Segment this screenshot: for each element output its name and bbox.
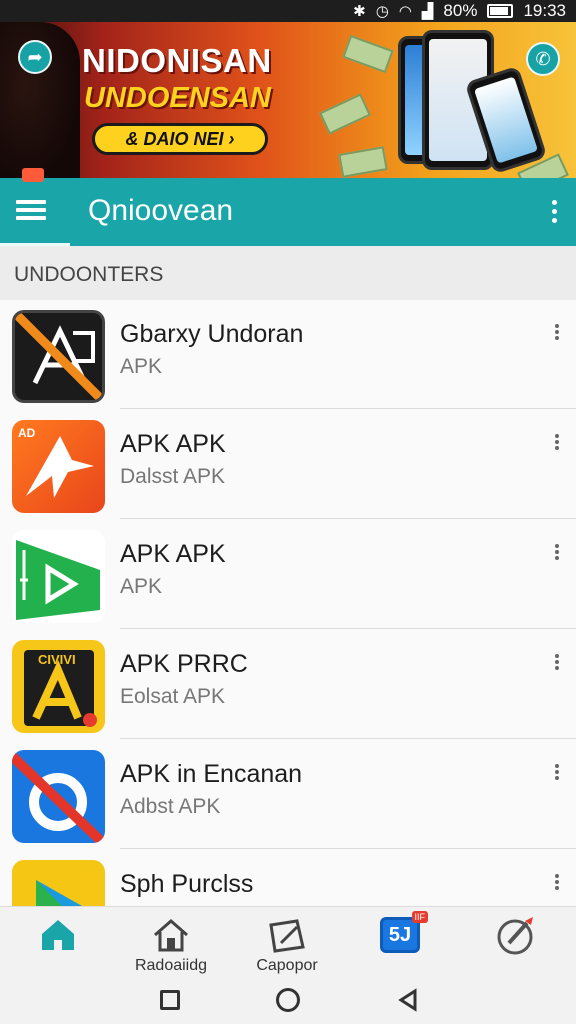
divider: [120, 408, 576, 409]
more-vert-icon[interactable]: [554, 762, 560, 782]
divider: [120, 518, 576, 519]
settings-pen-icon: [497, 915, 537, 955]
bluetooth-icon: ✱: [353, 2, 366, 20]
app-name: Gbarxy Undoran: [120, 320, 304, 348]
app-subtitle: Eolsat APK: [120, 685, 226, 708]
recents-square-icon[interactable]: [154, 984, 186, 1016]
app-name: Sph Purclss: [120, 870, 254, 898]
back-arrow-icon[interactable]: ➦: [18, 40, 52, 74]
money-image: [338, 146, 388, 178]
list-item[interactable]: APK in Encanan Adbst APK: [0, 740, 576, 849]
divider: [120, 738, 576, 739]
system-nav-bar: [0, 976, 576, 1024]
home-circle-icon[interactable]: [272, 984, 304, 1016]
banner-cta-button[interactable]: & DAIO NEI ›: [92, 123, 268, 155]
orange-arrow-icon: AD: [12, 420, 105, 513]
app-toolbar: Qnioovean: [0, 168, 576, 246]
app-subtitle: Dalsst APK: [120, 465, 226, 488]
house-outline-icon: [151, 915, 191, 955]
nav-home[interactable]: [3, 911, 113, 975]
alarm-icon: ◷: [375, 2, 389, 20]
nav-item[interactable]: 5J IIF: [345, 911, 455, 975]
app-subtitle: Adbst APK: [120, 795, 221, 818]
app-list: Gbarxy Undoran APK AD APK APK Dalsst APK…: [0, 300, 576, 906]
app-name: APK APK: [120, 430, 226, 458]
divider: [120, 848, 576, 849]
list-item[interactable]: APK APK APK: [0, 520, 576, 629]
black-monogram-icon: [12, 310, 105, 403]
edit-frame-icon: [267, 915, 307, 955]
share-icon[interactable]: ✆: [526, 42, 560, 76]
more-vert-icon[interactable]: [554, 652, 560, 672]
bottom-nav: Radoaiidg Capopor 5J IIF: [0, 906, 576, 976]
battery-icon: [487, 4, 514, 18]
notification-tab: [22, 168, 44, 182]
play-store-icon: [12, 860, 105, 906]
app-name: APK in Encanan: [120, 760, 303, 788]
status-bar: ✱ ◷ ◠ ▟ 80% 19:33: [0, 0, 576, 22]
section-title: UNDOONTERS: [14, 263, 164, 286]
app-badge-icon: 5J IIF: [380, 911, 428, 955]
banner-subheadline: UNDOENSAN: [84, 82, 271, 114]
money-image: [342, 34, 394, 74]
hamburger-icon[interactable]: [16, 196, 46, 226]
nav-item[interactable]: Radoaiidg: [116, 911, 226, 975]
more-vert-icon[interactable]: [554, 432, 560, 452]
notification-badge: IIF: [411, 911, 428, 923]
green-play-icon: [12, 530, 105, 623]
home-icon: [38, 915, 78, 955]
nav-label: Radoaiidg: [134, 957, 208, 974]
app-subtitle: APK: [120, 355, 163, 378]
icon-badge: AD: [18, 426, 36, 440]
back-triangle-icon[interactable]: [392, 984, 424, 1016]
list-item[interactable]: AD APK APK Dalsst APK: [0, 410, 576, 519]
battery-percent: 80%: [443, 1, 478, 20]
nav-item[interactable]: [462, 911, 572, 975]
divider: [120, 628, 576, 629]
app-name: APK PRRC: [120, 650, 248, 678]
money-image: [319, 93, 371, 135]
list-item[interactable]: Sph Purclss: [0, 850, 576, 906]
wifi-icon: ◠: [398, 2, 412, 20]
more-vert-icon[interactable]: [554, 542, 560, 562]
more-vert-icon[interactable]: [550, 196, 558, 228]
list-item[interactable]: Gbarxy Undoran APK: [0, 300, 576, 409]
toolbar-title: Qnioovean: [88, 194, 234, 227]
section-header: UNDOONTERS: [0, 246, 576, 300]
yellow-a-icon: CIVIVI: [12, 640, 105, 733]
more-vert-icon[interactable]: [554, 322, 560, 342]
clock: 19:33: [523, 1, 566, 20]
more-vert-icon[interactable]: [554, 872, 560, 892]
promo-banner[interactable]: ➦ NIDONISAN UNDOENSAN & DAIO NEI › ✆: [0, 22, 576, 178]
nav-label: Capopor: [256, 957, 318, 974]
banner-headline: NIDONISAN: [82, 42, 272, 79]
app-subtitle: APK: [120, 575, 163, 598]
app-name: APK APK: [120, 540, 226, 568]
blue-s-icon: [12, 750, 105, 843]
signal-icon: ▟: [421, 2, 434, 20]
list-item[interactable]: CIVIVI APK PRRC Eolsat APK: [0, 630, 576, 739]
nav-item[interactable]: Capopor: [232, 911, 342, 975]
